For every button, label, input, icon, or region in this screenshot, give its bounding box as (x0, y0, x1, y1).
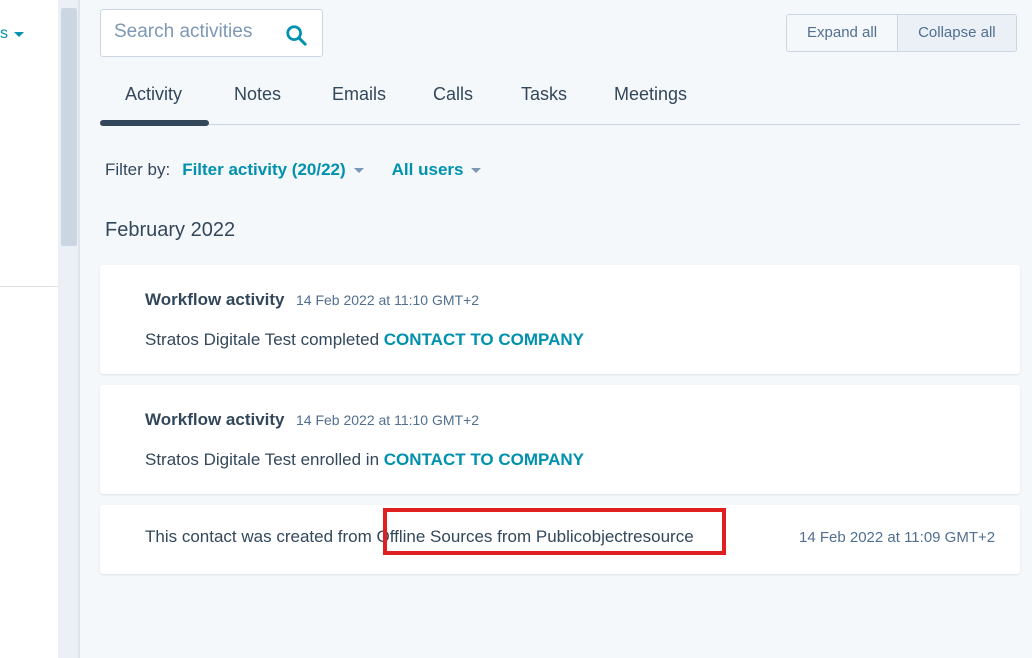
filter-label: Filter by: (105, 160, 171, 179)
scrollbar-thumb[interactable] (61, 8, 77, 246)
collapse-all-button[interactable]: Collapse all (898, 15, 1016, 51)
activity-body-text: Stratos Digitale Test enrolled in (145, 450, 380, 469)
search-icon[interactable] (285, 24, 307, 46)
activity-body: Stratos Digitale Test completed CONTACT … (145, 330, 584, 350)
active-tab-indicator (100, 120, 209, 126)
search-box[interactable] (100, 9, 323, 57)
activity-title: Workflow activity (145, 290, 285, 309)
chevron-down-icon (353, 167, 364, 173)
divider (0, 286, 58, 287)
left-panel-dropdown[interactable]: s (0, 25, 24, 43)
workflow-link[interactable]: CONTACT TO COMPANY (384, 450, 584, 469)
tab-tasks[interactable]: Tasks (521, 84, 567, 105)
created-prefix: This contact was created from (145, 527, 372, 546)
month-heading: February 2022 (105, 219, 236, 241)
left-panel-dropdown-label: s (0, 25, 8, 42)
filter-row: Filter by: Filter activity (20/22) All u… (105, 160, 482, 180)
expand-all-button[interactable]: Expand all (787, 15, 899, 51)
users-filter-label: All users (391, 160, 464, 179)
chevron-down-icon (471, 167, 482, 173)
left-panel: s (0, 0, 58, 658)
chevron-down-icon (14, 31, 24, 37)
activity-body-text: Stratos Digitale Test completed (145, 330, 380, 349)
tab-notes[interactable]: Notes (234, 84, 281, 105)
activity-timestamp: 14 Feb 2022 at 11:10 GMT+2 (296, 292, 480, 308)
users-filter-dropdown[interactable]: All users (392, 160, 482, 180)
tab-calls[interactable]: Calls (433, 84, 473, 105)
contact-created-card[interactable]: This contact was created from Offline So… (100, 505, 1020, 574)
highlight-box (383, 508, 726, 555)
filter-activity-dropdown[interactable]: Filter activity (20/22) (182, 160, 364, 180)
search-input[interactable] (114, 21, 284, 43)
tab-meetings[interactable]: Meetings (614, 84, 687, 105)
activity-title: Workflow activity (145, 410, 285, 429)
tab-activity[interactable]: Activity (125, 84, 182, 105)
activity-card[interactable]: Workflow activity 14 Feb 2022 at 11:10 G… (100, 265, 1020, 374)
activity-timestamp: 14 Feb 2022 at 11:10 GMT+2 (296, 412, 480, 428)
activity-body: Stratos Digitale Test enrolled in CONTAC… (145, 450, 584, 470)
activity-tabs: Activity Notes Emails Calls Tasks Meetin… (100, 78, 1020, 126)
filter-activity-label: Filter activity (20/22) (182, 160, 346, 179)
expand-collapse-group: Expand all Collapse all (786, 14, 1017, 52)
activity-card[interactable]: Workflow activity 14 Feb 2022 at 11:10 G… (100, 385, 1020, 494)
tab-emails[interactable]: Emails (332, 84, 386, 105)
workflow-link[interactable]: CONTACT TO COMPANY (384, 330, 584, 349)
created-timestamp: 14 Feb 2022 at 11:09 GMT+2 (799, 529, 996, 546)
